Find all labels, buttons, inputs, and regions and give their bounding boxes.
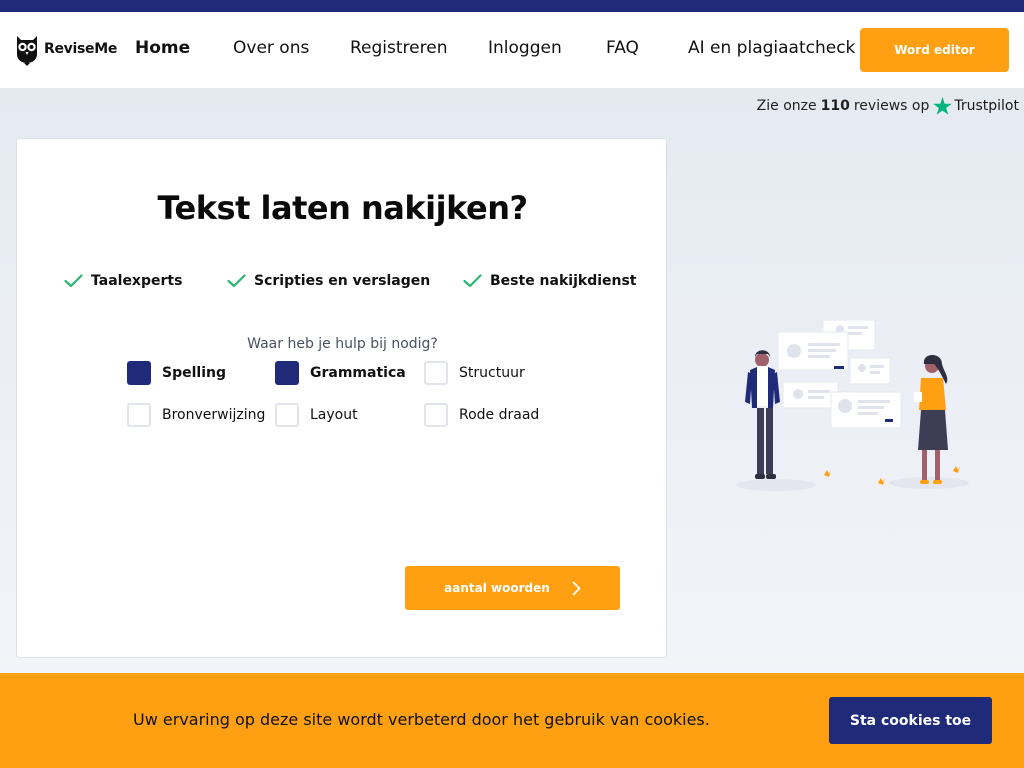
option-rode-draad[interactable]: Rode draad [424, 403, 539, 427]
brand-name: ReviseMe [44, 41, 118, 57]
feature-scripties: Scripties en verslagen [227, 273, 430, 289]
option-bronverwijzing[interactable]: Bronverwijzing [127, 403, 265, 427]
option-label: Grammatica [310, 365, 406, 381]
nav-over-ons[interactable]: Over ons [233, 38, 309, 58]
trustpilot-prefix: Zie onze [756, 98, 817, 114]
feature-taalexperts: Taalexperts [64, 273, 182, 289]
trustpilot-brand-label: Trustpilot [954, 98, 1019, 114]
card-title: Tekst laten nakijken? [157, 189, 528, 227]
nav-ai-plagiaatcheck[interactable]: AI en plagiaatcheck [688, 38, 855, 58]
cookie-message: Uw ervaring op deze site wordt verbeterd… [133, 710, 710, 729]
accept-cookies-button[interactable]: Sta cookies toe [829, 697, 992, 744]
option-layout[interactable]: Layout [275, 403, 358, 427]
checkbox-layout[interactable] [275, 403, 299, 427]
site-logo[interactable]: ReviseMe [14, 32, 117, 66]
checkbox-spelling[interactable] [127, 361, 151, 385]
owl-icon [17, 36, 37, 66]
checkbox-bronverwijzing[interactable] [127, 403, 151, 427]
main-navbar: ReviseMe Home Over ons Registreren Inlog… [0, 12, 1024, 88]
nav-faq[interactable]: FAQ [606, 38, 639, 58]
trustpilot-brand: Trustpilot [933, 97, 1019, 115]
option-label: Structuur [459, 365, 525, 381]
review-count: 110 [820, 98, 850, 114]
option-label: Layout [310, 407, 358, 423]
chevron-right-icon [572, 581, 581, 595]
check-icon [463, 274, 482, 288]
option-structuur[interactable]: Structuur [424, 361, 525, 385]
word-editor-button[interactable]: Word editor [860, 28, 1009, 72]
option-grammatica[interactable]: Grammatica [275, 361, 406, 385]
option-label: Bronverwijzing [162, 407, 266, 423]
cookie-consent-bar: Uw ervaring op deze site wordt verbeterd… [0, 673, 1024, 768]
trustpilot-suffix: reviews op [853, 98, 930, 114]
feature-label: Scripties en verslagen [254, 273, 431, 289]
feature-label: Beste nakijkdienst [490, 273, 637, 289]
check-request-card: Tekst laten nakijken? Taalexperts Script… [16, 138, 667, 658]
checkbox-structuur[interactable] [424, 361, 448, 385]
feature-label: Taalexperts [91, 273, 183, 289]
trustpilot-reviews[interactable]: Zie onze 110 reviews op Trustpilot [757, 97, 1019, 115]
nav-home[interactable]: Home [135, 38, 190, 58]
check-icon [227, 274, 246, 288]
star-icon [933, 97, 953, 115]
nav-registreren[interactable]: Registreren [350, 38, 447, 58]
option-label: Spelling [162, 365, 226, 381]
nav-inloggen[interactable]: Inloggen [488, 38, 562, 58]
word-count-label: aantal woorden [444, 581, 550, 595]
checkbox-grammatica[interactable] [275, 361, 299, 385]
feature-beste-nakijkdienst: Beste nakijkdienst [463, 273, 637, 289]
word-count-button[interactable]: aantal woorden [405, 566, 620, 610]
option-spelling[interactable]: Spelling [127, 361, 226, 385]
team-illustration [736, 319, 969, 491]
help-question: Waar heb je hulp bij nodig? [247, 336, 438, 352]
option-label: Rode draad [459, 407, 540, 423]
checkbox-rode-draad[interactable] [424, 403, 448, 427]
top-accent-strip [0, 0, 1024, 12]
check-icon [64, 274, 83, 288]
